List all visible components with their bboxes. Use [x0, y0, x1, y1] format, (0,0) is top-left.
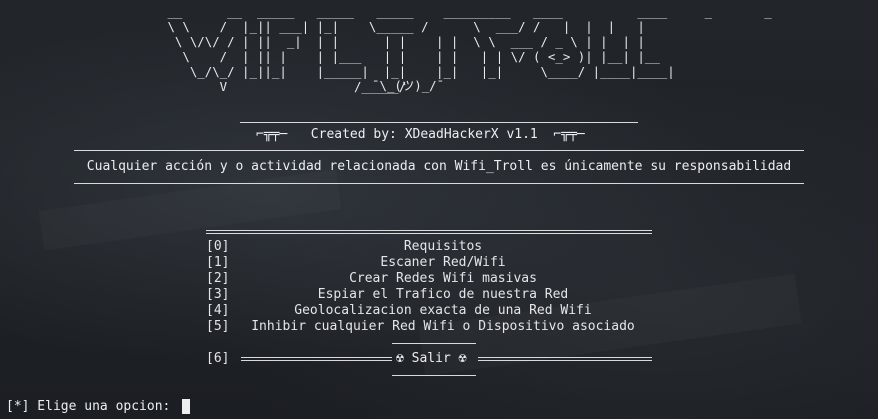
credit-text: ⌐╦╤─ Created by: XDeadHackerX v1.1 ⌐╦╤─	[256, 127, 585, 142]
menu-item-requisitos[interactable]: [0] Requisitos	[206, 239, 652, 255]
menu-item-crear-redes[interactable]: [2] Crear Redes Wifi masivas	[206, 271, 652, 287]
menu-item-number: [6]	[206, 351, 230, 366]
terminal-window[interactable]: __ __ _____ _____ _____ _________ ____ _…	[0, 0, 878, 419]
menu-item-label: Espiar el Trafico de nuestra Red	[317, 287, 569, 302]
menu-item-label: Inhibir cualquier Red Wifi o Dispositivo…	[251, 319, 635, 334]
menu-item-label: Requisitos	[403, 239, 483, 254]
menu-item-geolocalizacion[interactable]: [4] Geolocalizacion exacta de una Red Wi…	[206, 303, 652, 319]
menu-item-number: [3]	[206, 287, 230, 302]
banner-kaomoji: ¯\_(ツ)_/¯	[372, 78, 445, 93]
menu-item-number: [5]	[206, 319, 230, 334]
exit-left-double-rule	[241, 357, 392, 361]
menu-item-number: [1]	[206, 255, 230, 270]
disclaimer-text: Cualquier acción y o actividad relaciona…	[86, 159, 792, 174]
menu-item-inhibir[interactable]: [5] Inhibir cualquier Red Wifi o Disposi…	[206, 319, 652, 335]
menu-item-espiar-trafico[interactable]: [3] Espiar el Trafico de nuestra Red	[206, 287, 652, 303]
exit-box-bottom-rule	[392, 375, 476, 376]
menu-item-escaner[interactable]: [1] Escaner Red/Wifi	[206, 255, 652, 271]
exit-right-double-rule	[478, 357, 652, 361]
menu-item-label: Geolocalizacion exacta de una Red Wifi	[294, 303, 592, 318]
exit-label[interactable]: ☢ Salir ☢	[396, 351, 466, 367]
menu-item-label: Crear Redes Wifi masivas	[349, 271, 537, 286]
banner-ascii-art: __ __ _____ _____ _____ _________ ____ _…	[167, 4, 772, 94]
menu-top-double-rule	[206, 230, 652, 234]
credit-top-rule	[240, 122, 638, 123]
menu-item-number: [0]	[206, 239, 230, 254]
menu-item-label: Escaner Red/Wifi	[380, 255, 506, 270]
menu-item-number: [2]	[206, 271, 230, 286]
exit-box-top-rule	[392, 343, 476, 344]
disclaimer-bottom-rule	[74, 183, 804, 184]
text-cursor[interactable]	[182, 399, 190, 414]
disclaimer-top-rule	[74, 150, 804, 151]
menu-item-number: [4]	[206, 303, 230, 318]
input-prompt: [*] Elige una opcion:	[6, 399, 179, 414]
